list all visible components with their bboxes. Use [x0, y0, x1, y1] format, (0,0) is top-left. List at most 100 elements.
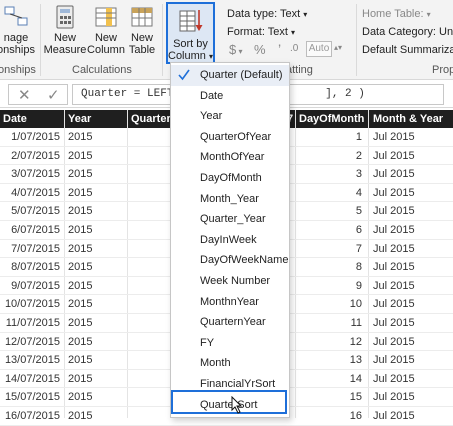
cell-dom: 14 [349, 372, 362, 385]
comma-button[interactable]: ’ [278, 41, 281, 57]
mouse-cursor-icon [231, 396, 243, 414]
sort-option-label: Month_Year [200, 192, 259, 205]
sort-option[interactable]: QuarterOfYear [171, 127, 289, 148]
cell-date: 4/07/2015 [11, 186, 60, 199]
data-type-dropdown[interactable]: Data type: Text ▾ [227, 8, 307, 20]
close-icon[interactable]: ✕ [18, 86, 31, 104]
sort-option[interactable]: Date [171, 86, 289, 107]
cell-year: 2015 [68, 298, 93, 311]
cell-dom: 4 [355, 186, 362, 199]
sort-option[interactable]: MonthnYear [171, 292, 289, 313]
calculator-icon [56, 5, 74, 29]
home-table-dropdown[interactable]: Home Table: ▾ [362, 8, 431, 20]
cell-year: 2015 [68, 242, 93, 255]
column-header-date[interactable]: Date [0, 110, 62, 128]
sort-option-label: Date [200, 89, 224, 102]
stepper-icon[interactable]: ▴▾ [334, 43, 342, 52]
new-table-button[interactable]: New Table [125, 4, 159, 56]
decimal-icon[interactable]: .0 [290, 43, 298, 54]
checkmark-icon [178, 69, 190, 81]
cell-my: Jul 2015 [373, 168, 415, 181]
cell-date: 2/07/2015 [11, 149, 60, 162]
sort-by-column-button[interactable]: Sort by Column ▾ [166, 2, 215, 64]
column-header-quarter[interactable]: QuarterO [128, 110, 179, 128]
ribbon-separator [162, 4, 163, 76]
new-column-label-2: Column [87, 44, 125, 56]
cell-date: 3/07/2015 [11, 168, 60, 181]
properties-group-label: Prop [432, 64, 453, 76]
sort-option-label: QuarternYear [200, 316, 266, 329]
calculations-group-label: Calculations [72, 64, 132, 76]
new-measure-button[interactable]: New Measure [43, 4, 87, 56]
sort-option[interactable]: DayOfWeekName [171, 250, 289, 271]
cell-date: 14/07/2015 [4, 372, 60, 385]
sort-option[interactable]: DayOfMonth [171, 168, 289, 189]
new-column-button[interactable]: New Column [87, 4, 125, 56]
cell-my: Jul 2015 [373, 261, 415, 274]
cell-dom: 11 [350, 317, 362, 329]
cell-my: Jul 2015 [373, 224, 415, 236]
cell-date: 5/07/2015 [11, 205, 60, 218]
new-table-label-1: New [130, 32, 153, 44]
cell-year: 2015 [68, 205, 93, 218]
sort-option[interactable]: FY [171, 333, 289, 354]
currency-button[interactable]: $ ▾ [229, 42, 242, 57]
sort-option[interactable]: Quarter (Default) [171, 65, 289, 86]
cell-my: Jul 2015 [373, 279, 415, 292]
sort-option-label: MonthOfYear [200, 151, 265, 164]
cell-dom: 15 [349, 391, 362, 404]
manage-relationships-button[interactable]: nage onships [0, 4, 36, 56]
sort-option-label: FinancialYrSort [200, 378, 276, 390]
ribbon-separator [40, 4, 41, 76]
cell-dom: 3 [355, 168, 362, 181]
home-table-label: Home Table: [362, 8, 424, 20]
column-header-year[interactable]: Year [65, 110, 125, 128]
cell-date: 7/07/2015 [11, 242, 60, 255]
cell-year: 2015 [68, 149, 93, 162]
cell-dom: 8 [355, 261, 362, 274]
ribbon-separator [356, 4, 357, 76]
sort-option[interactable]: Year [171, 106, 289, 127]
data-category-dropdown[interactable]: Data Category: Uncat [362, 26, 453, 38]
cell-dom: 7 [355, 242, 362, 255]
check-icon[interactable]: ✓ [47, 86, 60, 104]
cell-dom: 9 [355, 279, 362, 292]
cell-year: 2015 [68, 261, 93, 274]
sort-option[interactable]: Week Number [171, 271, 289, 292]
cell-date: 1/07/2015 [11, 131, 60, 143]
chevron-down-icon: ▾ [236, 47, 243, 56]
sort-option-label: QuarterOfYear [200, 130, 272, 143]
sort-option[interactable]: QuarternYear [171, 312, 289, 333]
sort-option-label: Month [200, 357, 231, 370]
sort-option[interactable]: MonthOfYear [171, 147, 289, 168]
sort-option[interactable]: Month [171, 353, 289, 374]
chevron-down-icon: ▾ [303, 10, 308, 19]
manage-relationships-label-2: onships [0, 44, 35, 56]
formatting-group-label: atting [286, 64, 313, 76]
cell-dom: 16 [349, 410, 362, 422]
cell-dom: 12 [349, 335, 362, 348]
column-header-month-year[interactable]: Month & Year [370, 110, 453, 128]
cell-my: Jul 2015 [373, 410, 415, 422]
decimal-places-input[interactable]: Auto [306, 41, 332, 57]
sort-option-label: MonthnYear [200, 295, 259, 308]
sort-option[interactable]: Quarter_Year [171, 209, 289, 230]
cell-year: 2015 [68, 335, 93, 348]
cell-date: 11/07/2015 [5, 317, 60, 329]
column-header-dayofmonth[interactable]: DayOfMonth [296, 110, 366, 128]
cell-my: Jul 2015 [373, 372, 415, 385]
sort-option[interactable]: DayInWeek [171, 230, 289, 251]
cell-year: 2015 [68, 279, 93, 292]
new-column-label-1: New [94, 32, 117, 44]
cell-my: Jul 2015 [373, 205, 415, 218]
format-dropdown[interactable]: Format: Text ▾ [227, 26, 295, 38]
sort-option-label: FY [200, 336, 215, 349]
cell-dom: 5 [355, 205, 362, 218]
sort-option[interactable]: Month_Year [171, 189, 289, 210]
percent-button[interactable]: % [254, 42, 266, 57]
new-table-label-2: Table [128, 44, 156, 56]
cell-my: Jul 2015 [373, 298, 415, 311]
default-summarization-dropdown[interactable]: Default Summarizati [362, 44, 453, 56]
cell-year: 2015 [68, 410, 93, 422]
chevron-down-icon: ▾ [291, 28, 296, 37]
